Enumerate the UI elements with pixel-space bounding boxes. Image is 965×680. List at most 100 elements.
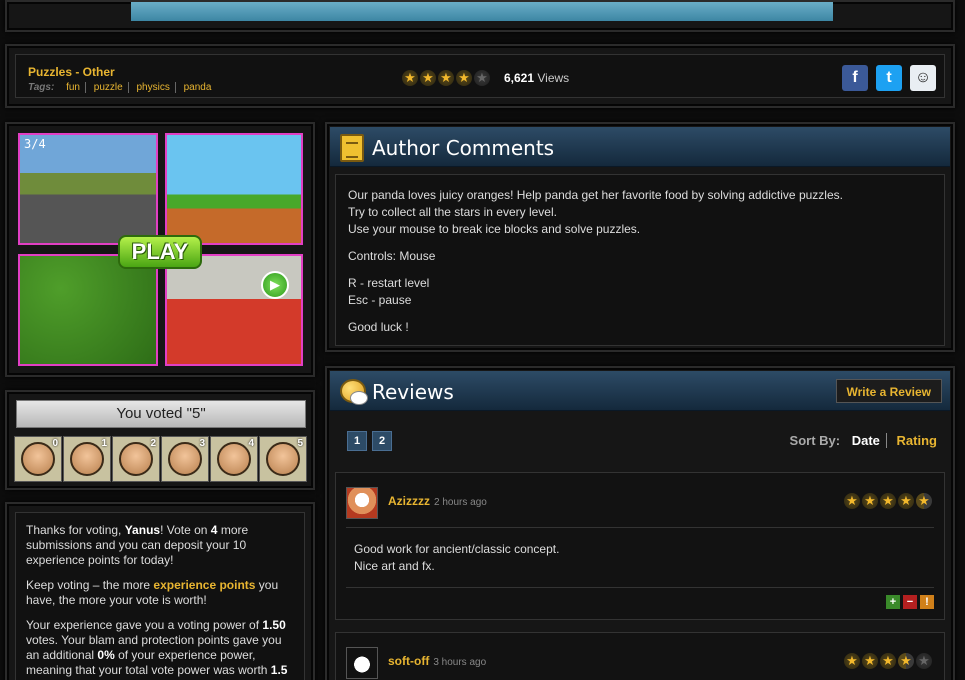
comment-line: Esc - pause [348,293,412,307]
author-comments-body: Our panda loves juicy oranges! Help pand… [335,174,945,346]
vote-face-3[interactable]: 3 [161,436,209,482]
thanks-paragraph: Thanks for voting, Yanus! Vote on 4 more… [26,523,294,568]
vote-face-number: 5 [297,438,303,449]
experience-paragraph: Keep voting – the more experience points… [26,578,294,608]
vote-face-number: 0 [52,438,58,449]
tag-link[interactable]: physics [131,82,176,93]
views-count: 6,621 Views [504,71,569,85]
face-icon [168,442,202,476]
section-title: Author Comments [372,136,555,160]
thanks-panel: Thanks for voting, Yanus! Vote on 4 more… [5,502,315,680]
experience-points-link[interactable]: experience points [153,578,255,592]
review-line: Nice art and fx. [354,559,435,573]
reviews-panel: Reviews Write a Review 1 2 Sort By: Date… [325,366,955,680]
total-power: 1.5 [270,663,288,677]
minus-icon[interactable]: − [903,595,917,609]
review-actions: + − ! [886,595,934,609]
game-thumbnail-panel: 3/4 PLAY ▶ [5,122,315,377]
game-screen-bottom[interactable] [131,2,833,21]
overall-rating: ★ ★ ★ ★ ★ 6,621 Views [402,70,569,86]
sort-options: Sort By: Date Rating [790,433,937,448]
sort-rating-link[interactable]: Rating [891,433,937,448]
star-icon: ★ [862,493,878,509]
author-comments-header: Author Comments [330,127,950,167]
sort-date-link[interactable]: Date [851,433,887,448]
thanks-text: Thanks for voting, Yanus! Vote on 4 more… [15,512,305,680]
thumbnail-farm[interactable] [18,254,158,366]
vote-face-number: 1 [101,438,107,449]
thumbnail-racing[interactable]: 3/4 [18,133,158,245]
face-icon [70,442,104,476]
vote-face-1[interactable]: 1 [63,436,111,482]
face-icon [119,442,153,476]
review-item: Azizzzz 2 hours ago ★ ★ ★ ★ ★ Good work f… [335,472,945,620]
review-author: Azizzzz 2 hours ago [388,494,487,508]
vote-face-0[interactable]: 0 [14,436,62,482]
comment-line: Controls: Mouse [348,249,436,263]
twitter-icon[interactable]: t [876,65,902,91]
tags-row: Tags: fun puzzle physics panda [28,82,216,93]
star-icon: ★ [456,70,472,86]
username: Yanus [124,523,161,537]
write-review-button[interactable]: Write a Review [835,379,942,403]
tags-label: Tags: [28,82,55,93]
star-empty-icon: ★ [916,653,932,669]
tag-link[interactable]: fun [61,82,86,93]
face-icon [266,442,300,476]
plus-icon[interactable]: + [886,595,900,609]
star-half-icon: ★ [916,493,932,509]
review-username[interactable]: soft-off [388,654,429,668]
voted-status: You voted "5" [16,400,306,428]
views-number: 6,621 [504,71,535,85]
play-button[interactable]: PLAY [118,235,202,269]
info-bar: Puzzles - Other Tags: fun puzzle physics… [5,44,955,108]
vote-face-2[interactable]: 2 [112,436,160,482]
facebook-icon[interactable]: f [842,65,868,91]
review-time: 3 hours ago [433,657,487,668]
thumbnail-platformer[interactable] [165,133,303,245]
star-icon: ★ [880,493,896,509]
star-half-icon: ★ [898,653,914,669]
thumbnail-video[interactable] [165,254,303,366]
comment-line: Try to collect all the stars in every le… [348,205,557,219]
avatar[interactable] [346,487,378,519]
page-button-1[interactable]: 1 [347,431,367,451]
vote-face-4[interactable]: 4 [210,436,258,482]
review-username[interactable]: Azizzzz [388,494,430,508]
genre-link[interactable]: Puzzles - Other [28,65,115,79]
star-icon: ★ [880,653,896,669]
reviews-pager: 1 2 Sort By: Date Rating [335,420,945,460]
divider [346,527,934,528]
review-time: 2 hours ago [434,497,487,508]
text: ! Vote on [160,523,211,537]
star-icon: ★ [420,70,436,86]
text: Keep voting – the more [26,578,154,592]
review-rating: ★ ★ ★ ★ ★ [844,493,934,509]
info-bar-inner: Puzzles - Other Tags: fun puzzle physics… [15,54,945,98]
document-icon [340,134,364,162]
star-empty-icon: ★ [474,70,490,86]
page-button-2[interactable]: 2 [372,431,392,451]
reddit-icon[interactable]: ☺ [910,65,936,91]
star-icon: ★ [862,653,878,669]
views-label: Views [537,71,570,85]
tag-link[interactable]: panda [179,82,217,93]
divider [346,587,934,588]
vote-face-number: 2 [150,438,156,449]
review-author: soft-off 3 hours ago [388,654,486,668]
section-title: Reviews [372,380,454,404]
avatar[interactable] [346,647,378,679]
vote-face-5[interactable]: 5 [259,436,307,482]
tag-link[interactable]: puzzle [88,82,129,93]
game-frame-top [5,0,955,32]
face-icon [217,442,251,476]
play-arrow-icon[interactable]: ▶ [261,271,289,299]
vote-face-number: 3 [199,438,205,449]
sort-label: Sort By: [789,433,841,448]
comment-line: R - restart level [348,276,430,290]
flag-icon[interactable]: ! [920,595,934,609]
review-item: soft-off 3 hours ago ★ ★ ★ ★ ★ [335,632,945,680]
star-icon: ★ [438,70,454,86]
comment-line: Good luck ! [348,320,409,334]
star-icon: ★ [402,70,418,86]
